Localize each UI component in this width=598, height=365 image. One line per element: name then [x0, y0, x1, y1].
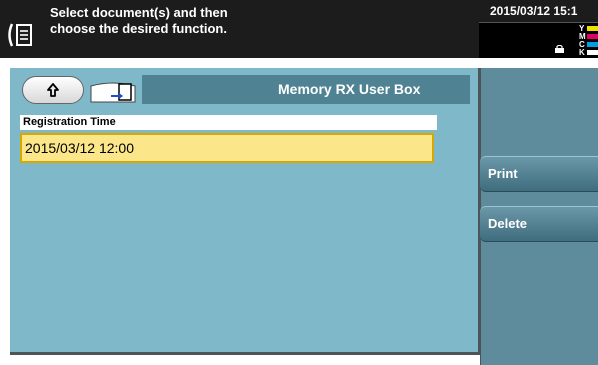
- toner-label-k: K: [579, 48, 585, 57]
- lock-icon: [555, 45, 564, 53]
- toner-magenta-icon: [587, 34, 598, 39]
- document-panel: Memory RX User Box Registration Time 201…: [10, 68, 480, 355]
- toner-black-icon: [587, 50, 598, 55]
- up-arrow-icon: [47, 83, 59, 97]
- delete-button[interactable]: Delete: [480, 206, 598, 242]
- instruction-message: Select document(s) and then choose the d…: [50, 5, 350, 37]
- message-line-1: Select document(s) and then: [50, 5, 228, 20]
- user-box-icon: [90, 82, 136, 103]
- up-level-button[interactable]: [22, 76, 84, 104]
- print-button[interactable]: Print: [480, 156, 598, 192]
- box-title-bar: Memory RX User Box: [142, 75, 470, 104]
- document-row[interactable]: 2015/03/12 12:00: [20, 133, 434, 163]
- column-header-registration-time: Registration Time: [20, 115, 437, 130]
- top-bar: Select document(s) and then choose the d…: [0, 0, 598, 59]
- message-line-2: choose the desired function.: [50, 21, 227, 36]
- document-icon: [8, 23, 32, 47]
- box-title: Memory RX User Box: [278, 81, 421, 97]
- status-panel: Y M C K: [479, 22, 598, 59]
- toner-yellow-icon: [587, 26, 598, 31]
- date-time: 2015/03/12 15:1: [490, 4, 578, 18]
- toner-cyan-icon: [587, 42, 598, 47]
- main-area: Memory RX User Box Registration Time 201…: [0, 58, 598, 365]
